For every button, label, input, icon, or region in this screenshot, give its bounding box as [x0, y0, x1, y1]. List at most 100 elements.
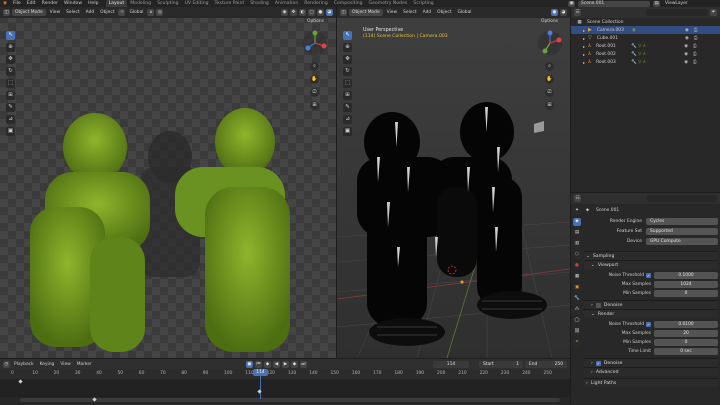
scale-tool-icon[interactable]: ⬚ [6, 79, 15, 88]
view-layer-field[interactable]: ViewLayer [663, 1, 690, 7]
camera-view-icon[interactable]: ⎚ [545, 88, 554, 97]
particles-tab-icon[interactable]: ⁂ [573, 306, 581, 314]
transform-orientation-dropdown[interactable]: Global [455, 9, 473, 16]
transform-tool-icon[interactable]: ⊞ [343, 91, 352, 100]
snap-icon[interactable]: ⌂ [147, 9, 155, 16]
menu-file[interactable]: File [10, 0, 24, 7]
gizmo-icon[interactable]: ✥ [290, 9, 297, 16]
transform-orientation-icon[interactable]: ⊹ [118, 9, 126, 16]
outliner-item[interactable]: ▸ ⅄ Root.001 🔧 ▽ ⅄ ◉ ⎙ [571, 42, 720, 50]
tab-modeling[interactable]: Modeling [127, 0, 154, 7]
annotate-tool-icon[interactable]: ✎ [343, 103, 352, 112]
outliner-item[interactable]: ▸ ▶ Camera.003 ◉ ◉ ⎙ [571, 26, 720, 34]
editor-type-icon[interactable]: ☰ [574, 9, 581, 16]
rotate-tool-icon[interactable]: ↻ [6, 67, 15, 76]
measure-tool-icon[interactable]: ⊿ [6, 115, 15, 124]
shading-solid-icon[interactable]: ● [551, 9, 558, 16]
ortho-grid-icon[interactable]: ⊞ [545, 101, 554, 110]
render-visibility-icon[interactable]: ⎙ [694, 27, 698, 33]
menu-object[interactable]: Object [98, 9, 116, 16]
pan-hand-icon[interactable]: ✋ [545, 75, 554, 84]
render-visibility-icon[interactable]: ⎙ [694, 35, 698, 41]
expand-arrow-icon[interactable]: ▸ [583, 28, 585, 33]
advanced-panel-header[interactable]: › Advanced [584, 367, 718, 376]
editor-type-icon[interactable]: ☷ [574, 195, 581, 202]
zoom-icon[interactable]: ⌕ [545, 62, 554, 71]
render-noise-threshold-field[interactable]: 0.0100 [654, 320, 718, 328]
menu-help[interactable]: Help [85, 0, 101, 7]
menu-select[interactable]: Select [401, 9, 419, 16]
menu-add[interactable]: Add [84, 9, 97, 16]
transform-tool-icon[interactable]: ⊞ [6, 91, 15, 100]
render-max-samples-field[interactable]: 20 [654, 329, 718, 337]
light-paths-panel-header[interactable]: › Light Paths [584, 378, 718, 387]
menu-view[interactable]: View [58, 361, 72, 368]
view-layer-icon[interactable]: ▤ [653, 0, 660, 7]
right-viewport[interactable]: ◫ Object Mode View Select Add Object Glo… [337, 7, 570, 358]
modifier-tab-icon[interactable]: 🔧 [573, 295, 581, 303]
menu-view[interactable]: View [385, 9, 399, 16]
menu-render[interactable]: Render [39, 0, 61, 7]
viewport-max-samples-field[interactable]: 1024 [654, 280, 718, 288]
view-layer-tab-icon[interactable]: ▥ [573, 240, 581, 248]
menu-select[interactable]: Select [64, 9, 82, 16]
outliner-item[interactable]: ▸ ⅄ Root.003 🔧 ▽ ⅄ ◉ ⎙ [571, 58, 720, 66]
world-tab-icon[interactable]: ● [573, 262, 581, 270]
jump-end-icon[interactable]: ⏭ [299, 360, 307, 368]
mode-dropdown[interactable]: Object Mode [349, 9, 383, 16]
scene-icon[interactable]: ▣ [568, 0, 575, 7]
move-tool-icon[interactable]: ✥ [343, 55, 352, 64]
record-icon[interactable]: ● [245, 360, 253, 368]
prev-keyframe-icon[interactable]: ◆ [263, 360, 271, 368]
play-icon[interactable]: ▶ [281, 360, 289, 368]
mode-dropdown[interactable]: Object Mode [12, 9, 46, 16]
select-tool-icon[interactable]: ↖ [343, 31, 352, 40]
annotate-tool-icon[interactable]: ✎ [6, 103, 15, 112]
data-tab-icon[interactable]: ⌗ [573, 339, 581, 347]
menu-window[interactable]: Window [61, 0, 85, 7]
tab-uv-editing[interactable]: UV Editing [182, 0, 212, 7]
filter-icon[interactable]: ⏷ [710, 9, 717, 16]
timeline-track[interactable] [0, 379, 570, 397]
camera-view-icon[interactable]: ⎚ [310, 88, 319, 97]
editor-type-icon[interactable]: ◫ [340, 9, 347, 16]
scene-tab-icon[interactable]: ⬡ [573, 251, 581, 259]
viewport-noise-threshold-checkbox[interactable]: ✓ [646, 272, 651, 278]
expand-arrow-icon[interactable]: ▸ [583, 60, 585, 65]
measure-tool-icon[interactable]: ⊿ [343, 115, 352, 124]
add-cube-tool-icon[interactable]: ▣ [343, 127, 352, 136]
render-denoise-checkbox[interactable]: ✓ [595, 360, 601, 366]
tab-scripting[interactable]: Scripting [410, 0, 436, 7]
visibility-eye-icon[interactable]: ◉ [684, 52, 688, 57]
object-tab-icon[interactable]: ▣ [573, 284, 581, 292]
render-visibility-icon[interactable]: ⎙ [693, 51, 697, 57]
tool-tab-icon[interactable]: ✦ [573, 207, 581, 215]
end-frame-field[interactable]: End 250 [525, 360, 567, 368]
render-tab-icon[interactable]: ◈ [573, 218, 581, 226]
viewport-noise-threshold-field[interactable]: 0.1000 [654, 271, 718, 279]
options-dropdown[interactable]: Options [305, 18, 326, 25]
play-reverse-icon[interactable]: ◀ [272, 360, 280, 368]
ortho-grid-icon[interactable]: ⊞ [310, 101, 319, 110]
move-tool-icon[interactable]: ✥ [6, 55, 15, 64]
tab-rendering[interactable]: Rendering [301, 0, 330, 7]
shading-rendered-icon[interactable]: ◕ [326, 9, 333, 16]
overlay-icon[interactable]: ◐ [299, 9, 306, 16]
menu-playback[interactable]: Playback [12, 361, 36, 368]
tab-sculpting[interactable]: Sculpting [154, 0, 181, 7]
transform-orientation-dropdown[interactable]: Global [127, 9, 145, 16]
viewport-min-samples-field[interactable]: 0 [654, 289, 718, 297]
outliner-item[interactable]: ▸ ▽ Cube.001 ◉ ⎙ [571, 34, 720, 42]
scene-name-field[interactable]: Scene.001 [578, 0, 650, 7]
visibility-eye-icon[interactable]: ◉ [684, 60, 688, 65]
shading-rendered-icon[interactable]: ◕ [560, 9, 567, 16]
viewport-denoise-header[interactable]: › Denoise [584, 300, 718, 309]
tab-layout[interactable]: Layout [105, 0, 128, 7]
outliner-scene-collection[interactable]: ▦ Scene Collection [571, 18, 720, 26]
menu-view[interactable]: View [48, 9, 62, 16]
left-viewport[interactable]: ◫ Object Mode View Select Add Object ⊹ G… [0, 7, 336, 358]
expand-arrow-icon[interactable]: ▸ [583, 44, 585, 49]
tab-animation[interactable]: Animation [272, 0, 301, 7]
visibility-icon[interactable]: ◉ [281, 9, 288, 16]
tab-compositing[interactable]: Compositing [331, 0, 366, 7]
